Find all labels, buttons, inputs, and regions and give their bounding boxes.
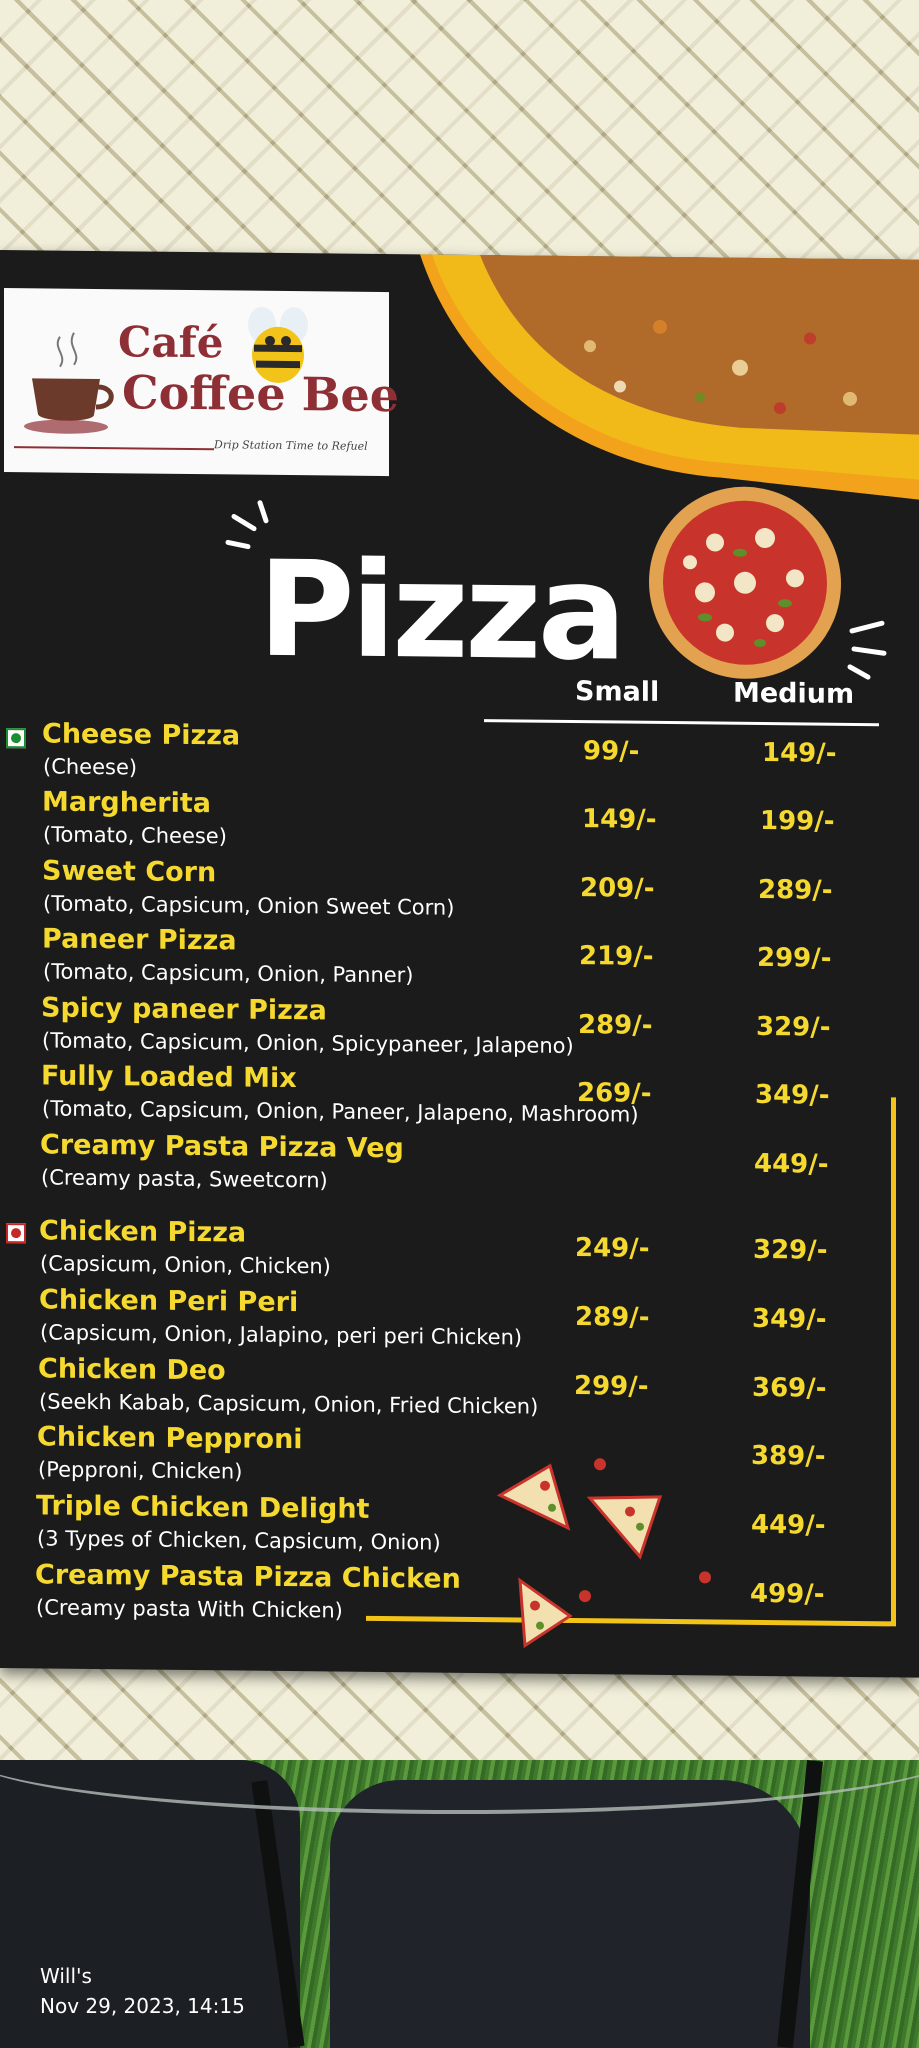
price-medium: 289/-	[758, 874, 833, 906]
price-medium: 349/-	[752, 1303, 827, 1335]
item-name: Chicken Peri Peri	[39, 1284, 299, 1319]
photo-author-stamp: Will's	[40, 1964, 92, 1988]
item-desc: (Tomato, Cheese)	[43, 822, 227, 849]
price-medium: 369/-	[752, 1372, 827, 1404]
item-desc: (Creamy pasta, Sweetcorn)	[41, 1165, 328, 1193]
price-medium: 389/-	[751, 1440, 826, 1472]
price-small: 299/-	[574, 1371, 649, 1402]
brand-line2: Coffee Bee	[122, 365, 400, 423]
price-small: 99/-	[583, 736, 640, 767]
price-medium: 149/-	[762, 737, 837, 769]
price-medium: 299/-	[757, 942, 832, 974]
price-medium: 199/-	[760, 805, 835, 837]
price-small: 249/-	[575, 1233, 650, 1264]
coffee-cup-icon	[24, 332, 114, 434]
logo-divider	[14, 446, 214, 451]
price-medium: 449/-	[754, 1148, 829, 1180]
item-desc: (Pepproni, Chicken)	[38, 1457, 243, 1484]
price-small: 289/-	[578, 1010, 653, 1041]
price-medium: 349/-	[755, 1079, 830, 1111]
item-name: Chicken Pizza	[39, 1215, 247, 1249]
item-name: Margherita	[42, 786, 211, 820]
veg-indicator-icon	[6, 728, 26, 749]
item-desc: (Tomato, Capsicum, Onion, Spicypaneer, J…	[42, 1028, 574, 1059]
item-name: Spicy paneer Pizza	[41, 992, 327, 1027]
item-name: Chicken Pepproni	[37, 1421, 303, 1456]
item-name: Cheese Pizza	[42, 718, 241, 752]
glass-table-edge	[0, 1690, 919, 1814]
item-name: Fully Loaded Mix	[41, 1060, 297, 1095]
price-medium: 329/-	[756, 1011, 831, 1043]
non-veg-indicator-icon	[6, 1223, 26, 1244]
item-desc: (Seekh Kabab, Capsicum, Onion, Fried Chi…	[39, 1389, 539, 1419]
brand-line1: Café	[118, 317, 224, 368]
item-name: Triple Chicken Delight	[36, 1490, 370, 1525]
price-medium: 449/-	[751, 1509, 826, 1541]
price-small: 219/-	[579, 941, 654, 972]
item-name: Sweet Corn	[42, 855, 217, 889]
item-name: Paneer Pizza	[42, 923, 237, 957]
price-medium: 329/-	[753, 1234, 828, 1266]
photo-datetime-stamp: Nov 29, 2023, 14:15	[40, 1994, 245, 2018]
item-desc: (Tomato, Capsicum, Onion, Paneer, Jalape…	[42, 1096, 639, 1127]
price-small: 209/-	[580, 873, 655, 904]
item-desc: (Tomato, Capsicum, Onion Sweet Corn)	[43, 891, 455, 920]
cafe-logo: Café Coffee Bee Drip Station Time to Ref…	[4, 288, 399, 477]
item-desc: (Cheese)	[43, 754, 138, 780]
item-desc: (Creamy pasta With Chicken)	[36, 1595, 343, 1623]
price-small: 289/-	[575, 1302, 650, 1333]
spark-lines-icon	[847, 620, 887, 680]
price-small: 269/-	[577, 1078, 652, 1109]
item-desc: (Capsicum, Onion, Jalapino, peri peri Ch…	[40, 1320, 523, 1350]
price-small: 149/-	[582, 804, 657, 835]
col-header-medium: Medium	[733, 677, 855, 710]
yellow-frame-right	[891, 1097, 896, 1626]
menu-card: Café Coffee Bee Drip Station Time to Ref…	[0, 250, 919, 1678]
brand-tagline: Drip Station Time to Refuel	[214, 438, 368, 453]
col-header-small: Small	[575, 676, 660, 708]
item-name: Creamy Pasta Pizza Chicken	[35, 1559, 461, 1595]
pizza-image	[649, 486, 841, 679]
header-divider	[484, 719, 879, 727]
item-name: Chicken Deo	[38, 1353, 226, 1387]
item-name: Creamy Pasta Pizza Veg	[40, 1129, 404, 1165]
item-desc: (Tomato, Capsicum, Onion, Panner)	[43, 959, 414, 988]
pizza-slices-decoration	[496, 1458, 711, 1649]
price-medium: 499/-	[750, 1578, 825, 1610]
menu-title: Pizza	[258, 532, 623, 691]
lap-right	[330, 1780, 810, 2048]
item-desc: (Capsicum, Onion, Chicken)	[40, 1251, 331, 1279]
item-desc: (3 Types of Chicken, Capsicum, Onion)	[37, 1526, 441, 1555]
